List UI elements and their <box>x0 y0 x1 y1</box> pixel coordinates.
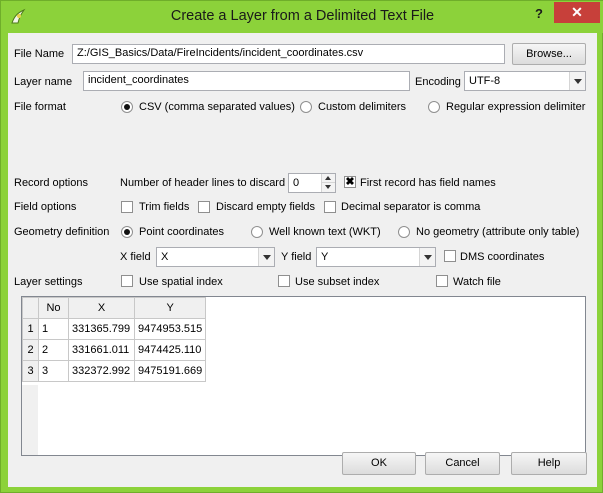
chevron-down-icon <box>258 248 274 266</box>
dms-coordinates-label: DMS coordinates <box>460 251 545 263</box>
column-header[interactable]: Y <box>133 297 207 319</box>
discard-empty-label: Discard empty fields <box>216 201 316 213</box>
header-lines-spinbox[interactable]: 0 <box>288 173 336 193</box>
wkt-radio[interactable] <box>251 226 263 238</box>
regex-delimiter-radio[interactable] <box>428 101 440 113</box>
decimal-separator-checkbox[interactable] <box>324 201 336 213</box>
file-name-label: File Name <box>14 48 65 60</box>
encoding-value: UTF-8 <box>469 75 501 87</box>
spatial-index-label: Use spatial index <box>139 276 223 288</box>
trim-fields-checkbox[interactable] <box>121 201 133 213</box>
x-field-select[interactable]: X <box>156 247 275 267</box>
csv-radio-label: CSV (comma separated values) <box>139 101 295 113</box>
table-row[interactable]: 2 2 331661.011 9474425.110 <box>22 339 207 361</box>
table-cell[interactable]: 3 <box>38 360 69 382</box>
file-name-input[interactable]: Z:/GIS_Basics/Data/FireIncidents/inciden… <box>72 44 505 64</box>
table-cell[interactable]: 332372.992 <box>68 360 135 382</box>
ok-button[interactable]: OK <box>342 452 416 475</box>
first-record-checkbox[interactable]: ✖ <box>344 176 356 188</box>
decimal-separator-label: Decimal separator is comma <box>341 201 481 213</box>
table-corner <box>22 297 39 319</box>
spatial-index-checkbox[interactable] <box>121 275 133 287</box>
trim-fields-label: Trim fields <box>139 201 190 213</box>
subset-index-label: Use subset index <box>295 276 380 288</box>
table-cell[interactable]: 331661.011 <box>68 339 135 361</box>
table-row[interactable]: 3 3 332372.992 9475191.669 <box>22 360 207 382</box>
table-header-row: No X Y <box>22 297 207 319</box>
spin-down-icon[interactable] <box>321 183 335 192</box>
table-cell[interactable]: 9474425.110 <box>133 339 207 361</box>
point-coordinates-radio[interactable] <box>121 226 133 238</box>
column-header[interactable]: X <box>68 297 135 319</box>
wkt-label: Well known text (WKT) <box>269 226 381 238</box>
field-options-label: Field options <box>14 201 77 213</box>
first-record-label: First record has field names <box>360 177 496 189</box>
browse-button[interactable]: Browse... <box>512 43 586 65</box>
geometry-definition-label: Geometry definition <box>14 226 110 238</box>
subset-index-checkbox[interactable] <box>278 275 290 287</box>
title-bar[interactable]: Create a Layer from a Delimited Text Fil… <box>1 1 603 33</box>
table-cell[interactable]: 9475191.669 <box>133 360 207 382</box>
dialog-body: File Name Z:/GIS_Basics/Data/FireInciden… <box>8 33 597 487</box>
column-header[interactable]: No <box>38 297 69 319</box>
encoding-select[interactable]: UTF-8 <box>464 71 586 91</box>
help-button[interactable]: Help <box>511 452 587 475</box>
dialog-window: Create a Layer from a Delimited Text Fil… <box>0 0 603 493</box>
watch-file-checkbox[interactable] <box>436 275 448 287</box>
regex-delimiter-label: Regular expression delimiter <box>446 101 586 113</box>
spin-up-icon[interactable] <box>321 174 335 183</box>
row-header[interactable]: 1 <box>22 318 39 340</box>
preview-table[interactable]: No X Y 1 1 331365.799 9474953.515 2 2 33… <box>21 296 586 456</box>
watch-file-label: Watch file <box>453 276 501 288</box>
layer-name-input[interactable]: incident_coordinates <box>83 71 410 91</box>
encoding-label: Encoding <box>415 76 461 88</box>
header-lines-value: 0 <box>293 177 300 189</box>
csv-radio[interactable] <box>121 101 133 113</box>
point-coordinates-label: Point coordinates <box>139 226 224 238</box>
y-field-select[interactable]: Y <box>316 247 436 267</box>
chevron-down-icon <box>569 72 585 90</box>
no-geometry-label: No geometry (attribute only table) <box>416 226 580 238</box>
header-lines-label: Number of header lines to discard <box>120 177 286 189</box>
custom-delimiters-radio[interactable] <box>300 101 312 113</box>
file-format-label: File format <box>14 101 66 113</box>
chevron-down-icon <box>419 248 435 266</box>
close-button[interactable]: ✕ <box>554 2 600 23</box>
table-cell[interactable]: 2 <box>38 339 69 361</box>
row-header[interactable]: 3 <box>22 360 39 382</box>
custom-delimiters-label: Custom delimiters <box>318 101 407 113</box>
table-cell[interactable]: 9474953.515 <box>133 318 207 340</box>
discard-empty-checkbox[interactable] <box>198 201 210 213</box>
record-options-label: Record options <box>14 177 88 189</box>
row-header[interactable]: 2 <box>22 339 39 361</box>
layer-settings-label: Layer settings <box>14 276 83 288</box>
x-field-label: X field <box>120 251 151 263</box>
y-field-value: Y <box>321 251 329 263</box>
table-cell[interactable]: 1 <box>38 318 69 340</box>
x-field-value: X <box>161 251 169 263</box>
dms-coordinates-checkbox[interactable] <box>444 250 456 262</box>
layer-name-label: Layer name <box>14 76 73 88</box>
cancel-button[interactable]: Cancel <box>425 452 500 475</box>
window-title: Create a Layer from a Delimited Text Fil… <box>170 8 435 24</box>
no-geometry-radio[interactable] <box>398 226 410 238</box>
y-field-label: Y field <box>281 251 312 263</box>
table-row[interactable]: 1 1 331365.799 9474953.515 <box>22 318 207 340</box>
table-cell[interactable]: 331365.799 <box>68 318 135 340</box>
row-header-gutter <box>22 385 38 455</box>
help-icon[interactable]: ? <box>529 6 549 24</box>
